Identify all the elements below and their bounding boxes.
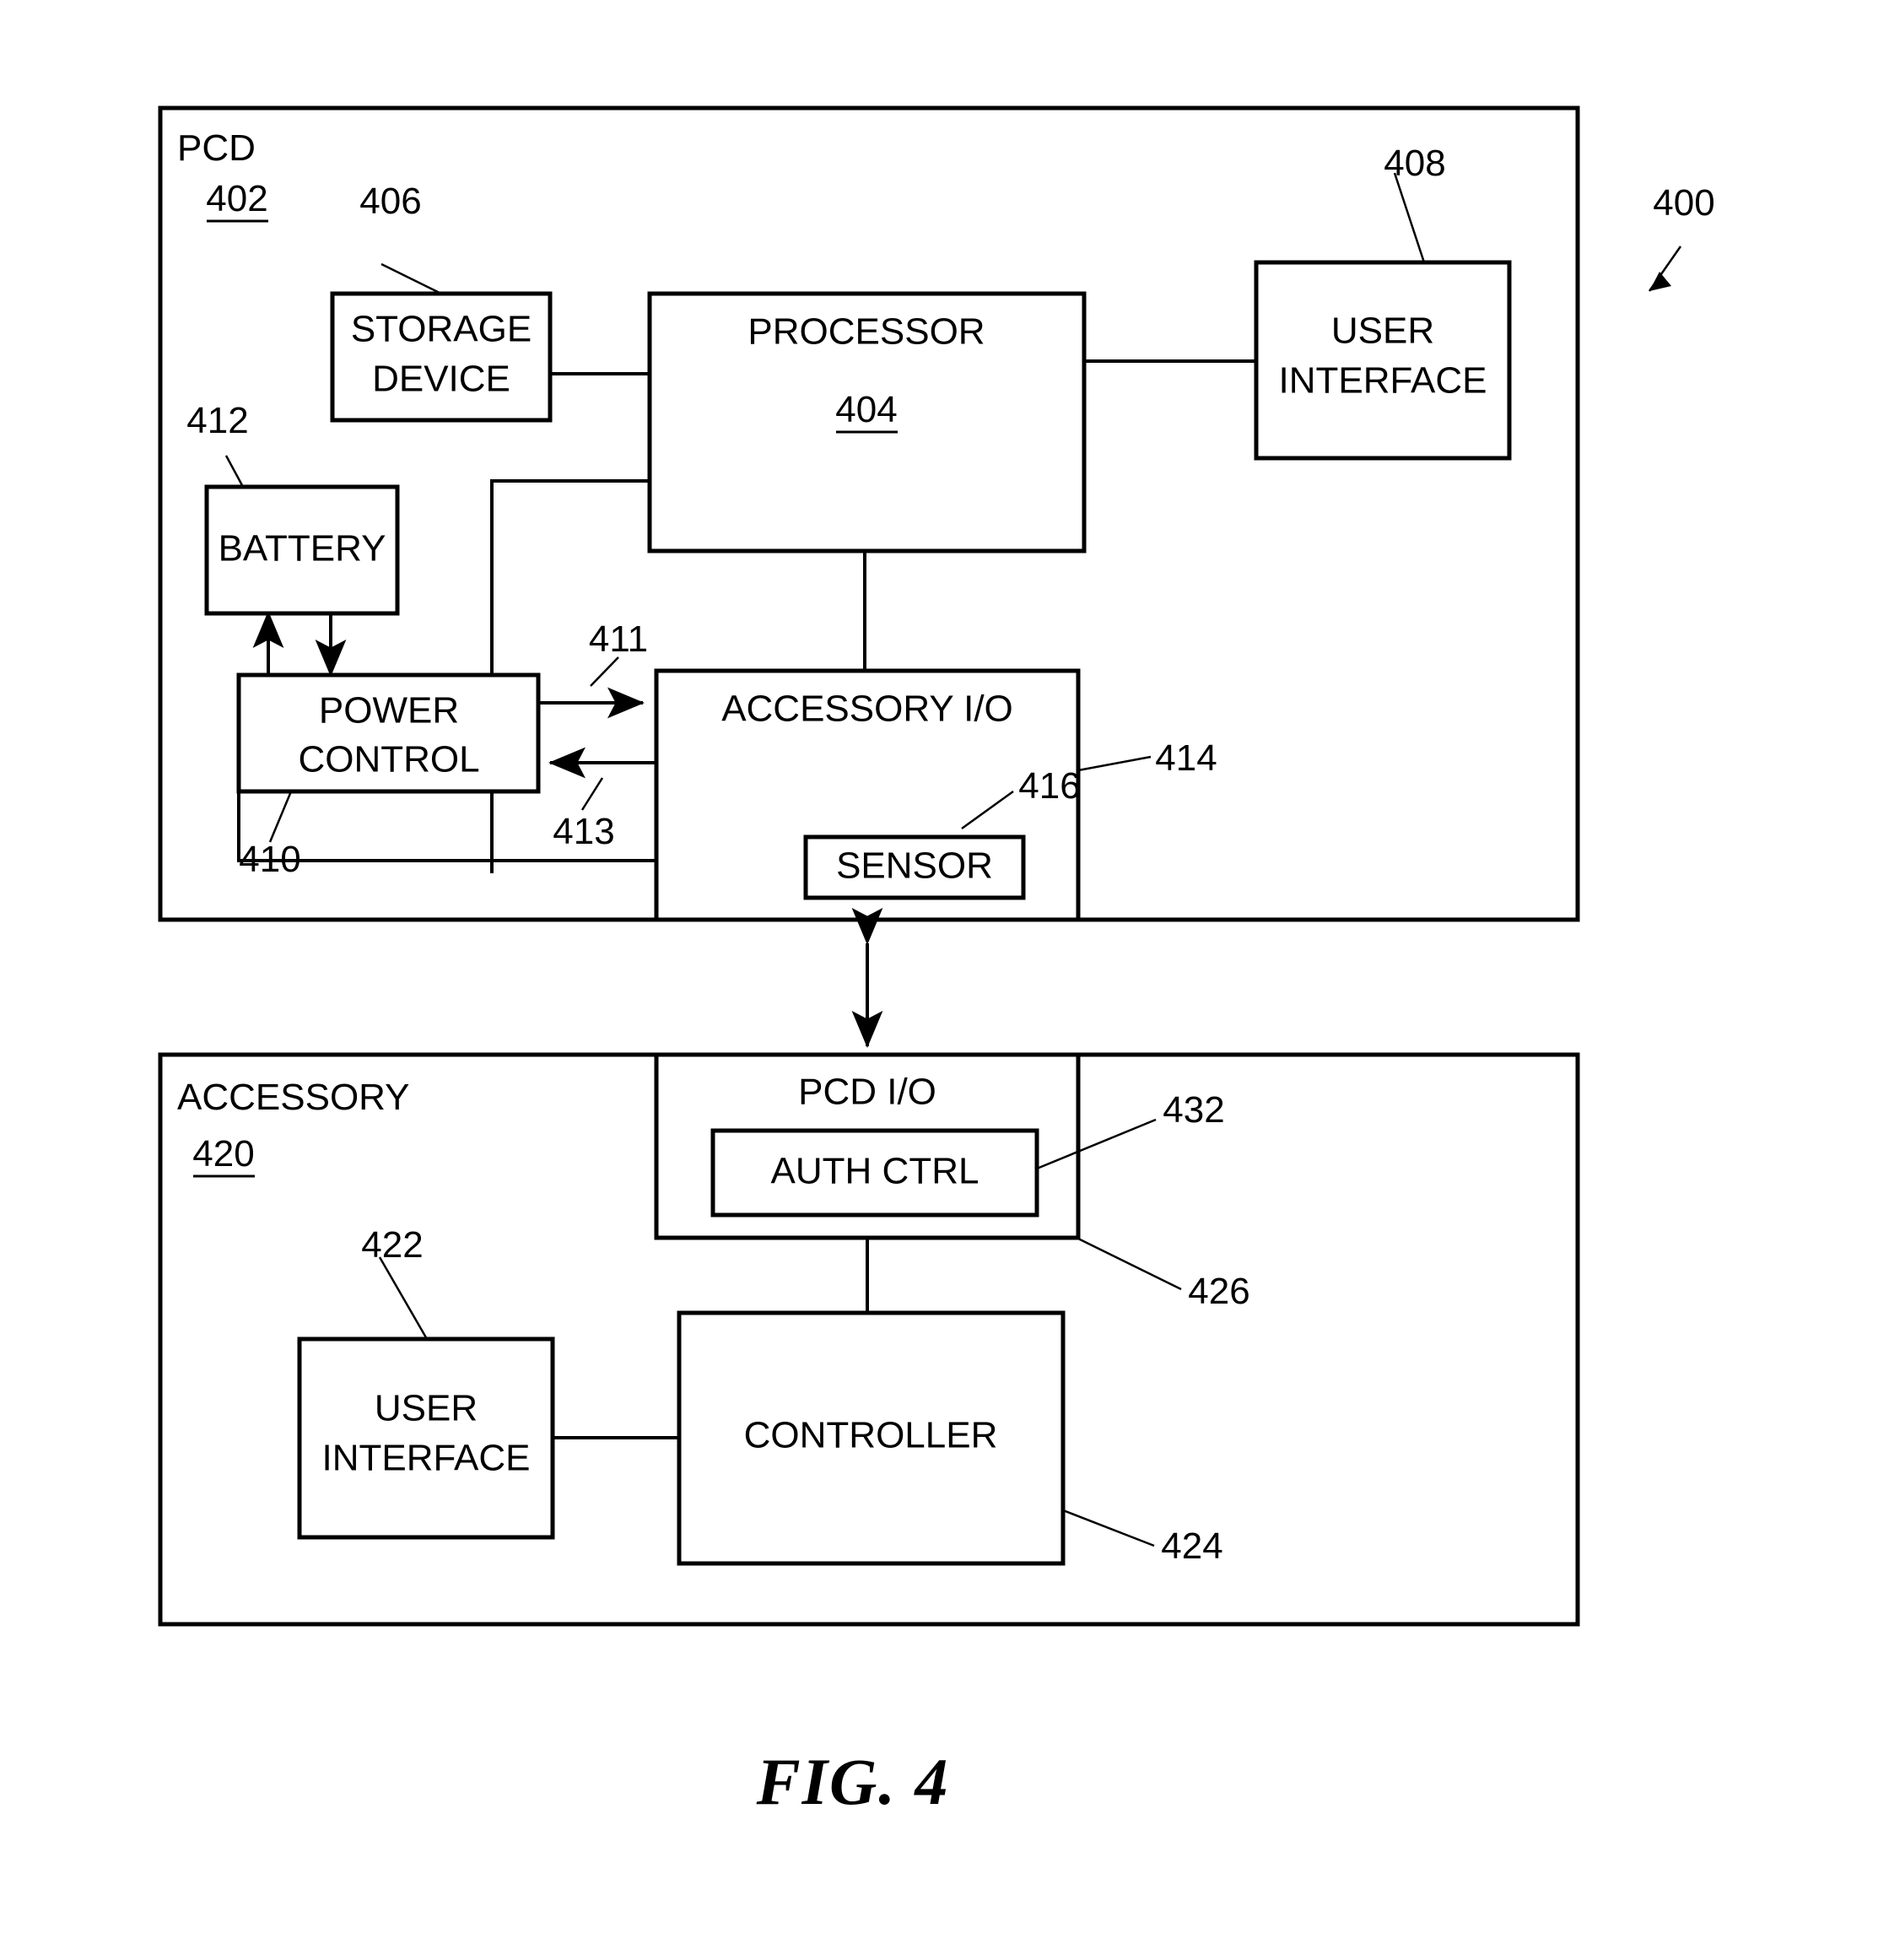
storage-device-label-line1: STORAGE [351,309,532,350]
sensor-label: SENSOR [836,845,993,887]
accessory-ref-number: 420 [192,1133,254,1174]
leader-412 [224,455,245,488]
patent-figure-400: PCD 402 STORAGE DEVICE 406 PROCESSOR 404… [0,0,1878,1960]
signal-411-ref-number: 411 [589,618,648,660]
pcd-io-label: PCD I/O [798,1072,936,1113]
storage-device-label-line2: DEVICE [372,359,510,400]
power-control-label-line2: CONTROL [298,739,479,780]
accessory-user-interface-label-line2: INTERFACE [322,1438,531,1479]
pcd-io-ref-number: 426 [1188,1271,1249,1312]
pcd-user-interface-ref-number: 408 [1384,143,1445,184]
battery-label: BATTERY [219,528,386,570]
pcd-user-interface-label-line1: USER [1331,310,1434,352]
power-control-label-line1: POWER [319,690,459,732]
leader-413 [580,777,604,811]
system-ref-number: 400 [1653,182,1714,224]
accessory-title: ACCESSORY [177,1077,410,1118]
leader-411 [590,656,619,687]
auth-ctrl-ref-number: 432 [1163,1089,1224,1131]
accessory-io-ref-number: 414 [1155,737,1217,779]
controller-label: CONTROLLER [744,1415,998,1456]
leader-410 [268,791,293,843]
figure-caption: FIG. 4 [756,1745,950,1818]
pcd-title: PCD [177,127,256,169]
leader-424 [1062,1509,1155,1547]
power-control-ref-number: 410 [239,839,300,880]
processor-ref-number: 404 [835,389,897,430]
pcd-user-interface-label-line2: INTERFACE [1279,360,1487,402]
leader-400-arrowhead [1649,272,1671,291]
storage-device-ref-number: 406 [359,181,421,222]
accessory-io-label: ACCESSORY I/O [721,688,1013,730]
controller-ref-number: 424 [1161,1525,1222,1567]
battery-ref-number: 412 [186,400,248,441]
auth-ctrl-label: AUTH CTRL [771,1151,979,1192]
leader-406 [380,262,442,295]
accessory-user-interface-ref-number: 422 [361,1224,423,1266]
leader-422 [378,1256,429,1340]
leader-408 [1393,172,1426,263]
processor-label: PROCESSOR [747,311,985,353]
block-diagram-svg: PCD 402 STORAGE DEVICE 406 PROCESSOR 404… [158,105,1715,1818]
signal-413-ref-number: 413 [553,811,614,852]
accessory-user-interface-label-line1: USER [375,1388,478,1429]
pcd-ref-number: 402 [206,178,267,219]
leader-414 [1077,755,1152,772]
sensor-ref-number: 416 [1018,765,1080,807]
leader-426 [1077,1237,1182,1291]
